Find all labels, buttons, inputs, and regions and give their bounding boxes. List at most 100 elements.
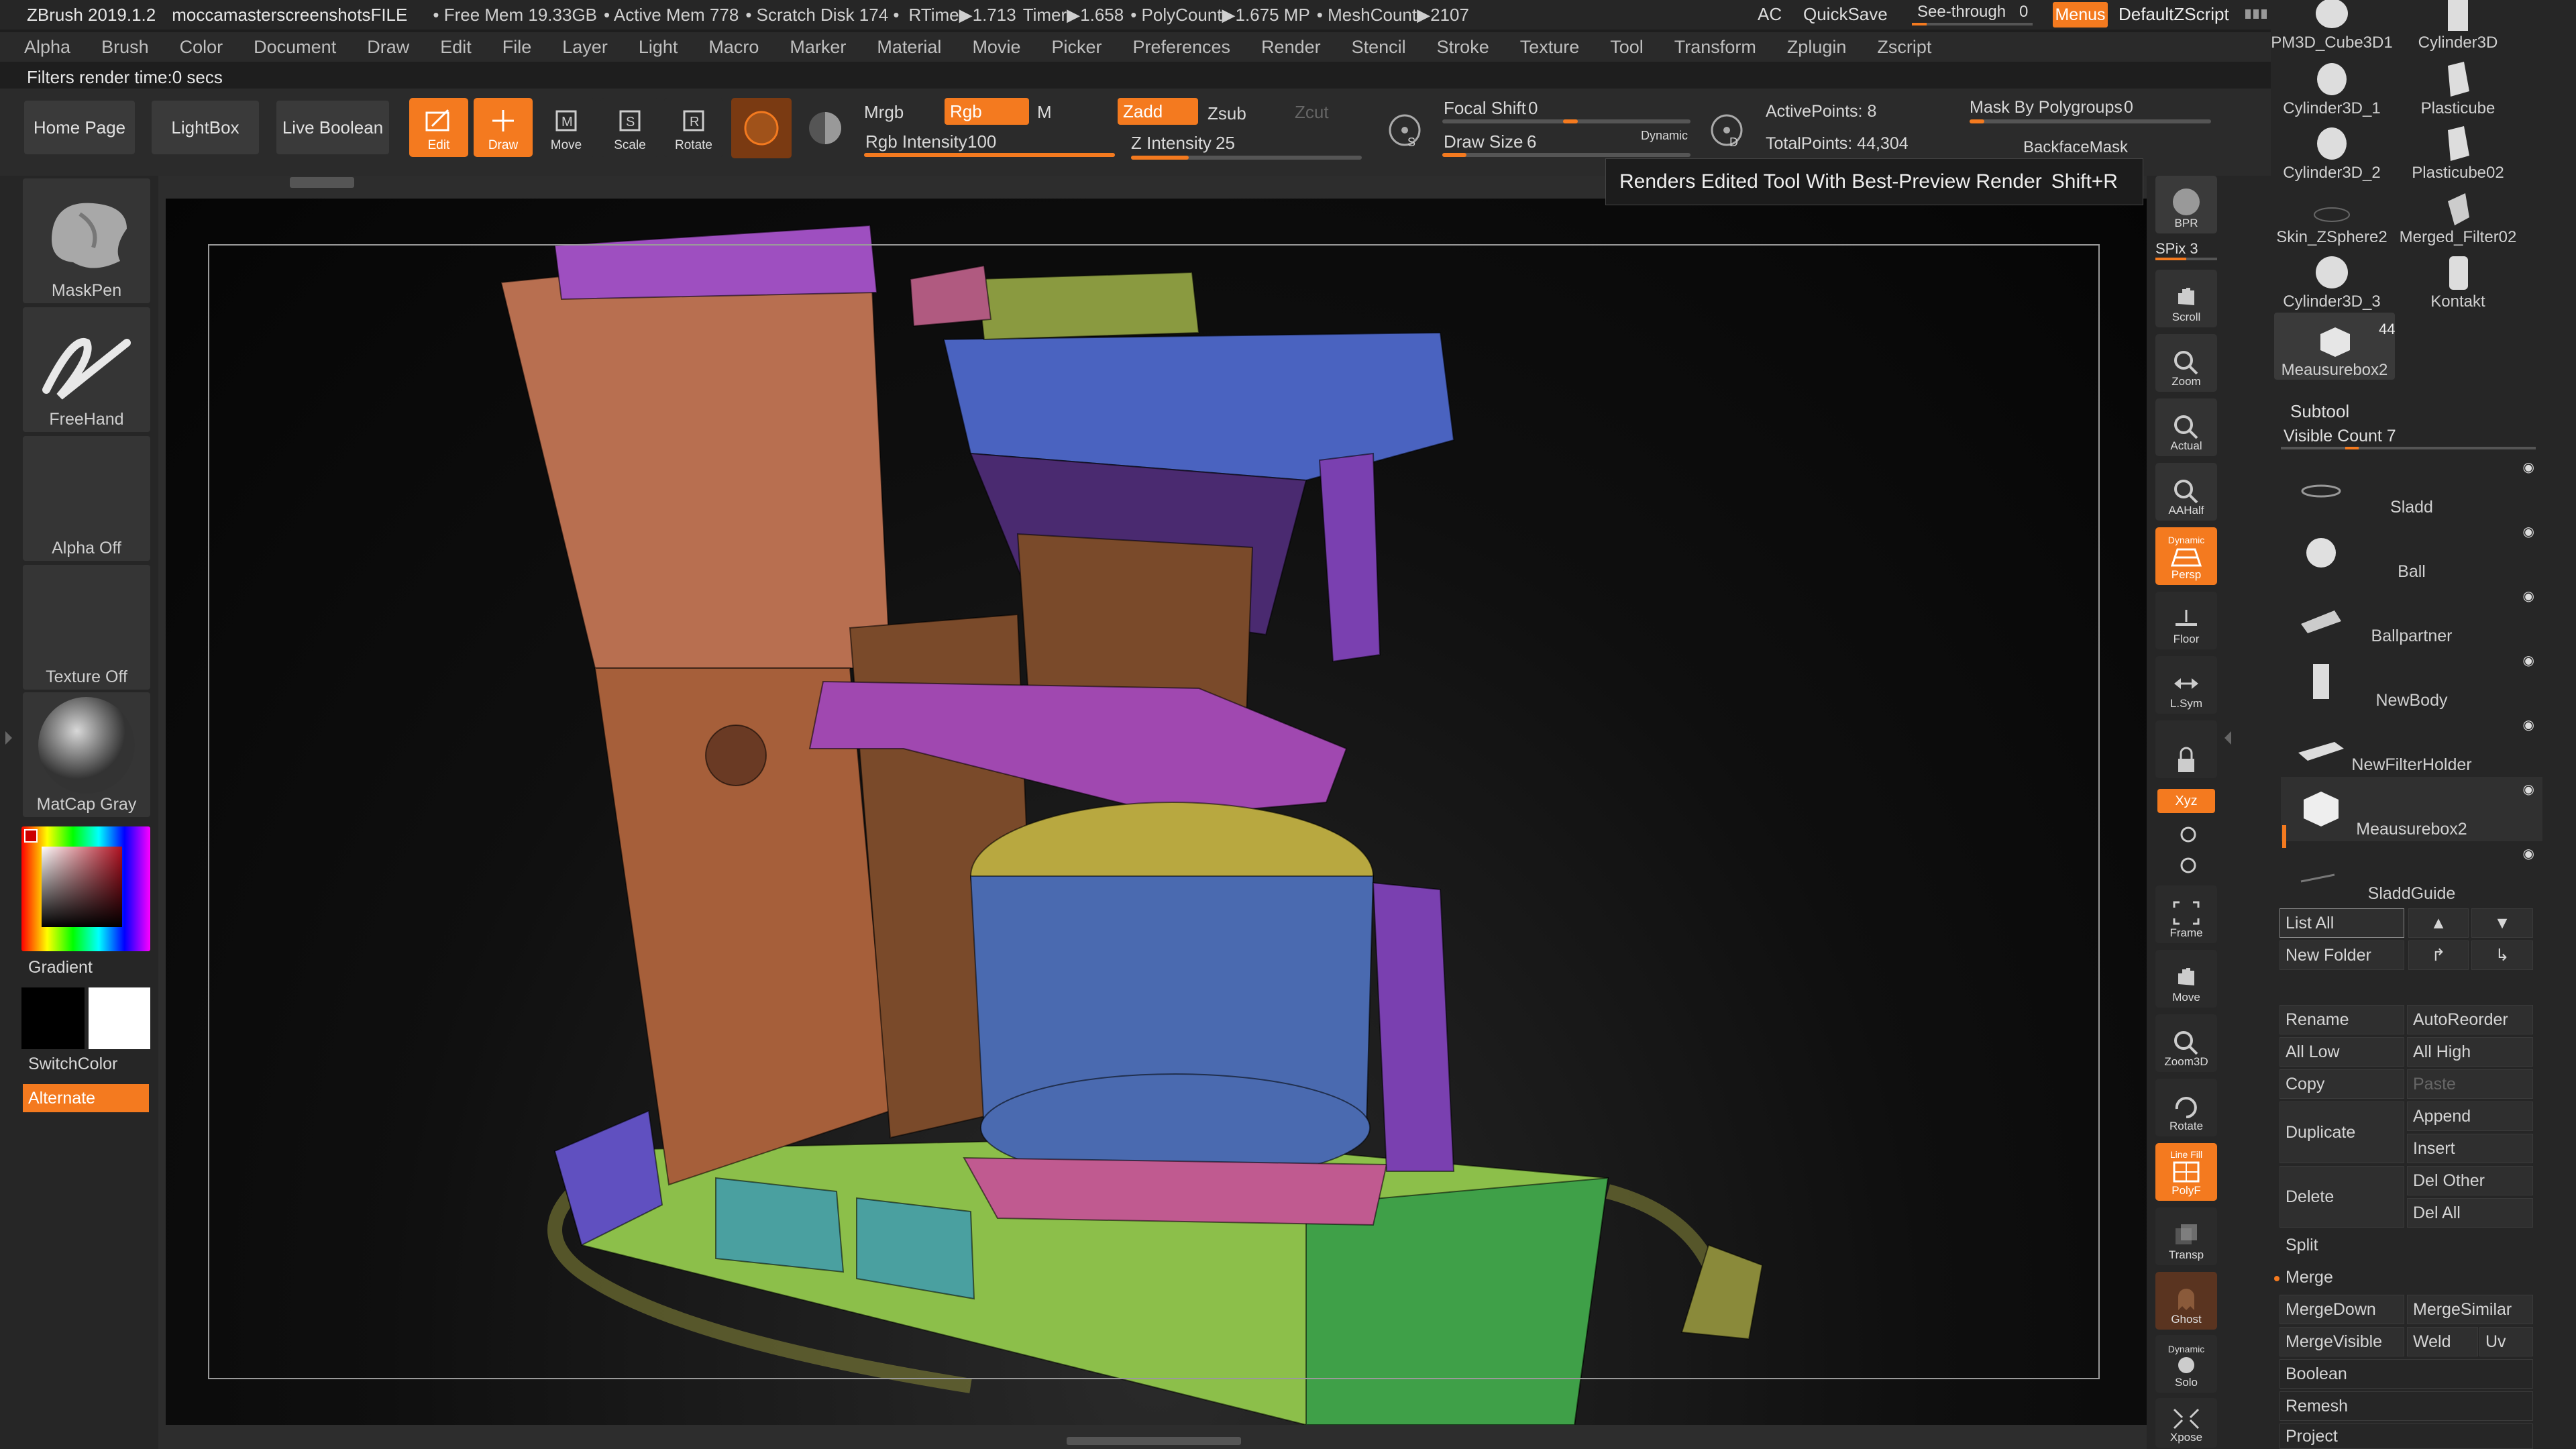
eye-icon[interactable]: ◉	[2523, 716, 2534, 733]
rgb-button[interactable]: Rgb	[945, 98, 1029, 125]
frame-button[interactable]: Frame	[2155, 885, 2217, 943]
dynamic-size-icon[interactable]: D	[1708, 111, 1746, 149]
subtool-item[interactable]: NewFilterHolder ◉	[2281, 712, 2542, 777]
tool-thumb[interactable]: Cylinder3D_1	[2271, 54, 2392, 118]
subtool-item[interactable]: Ball ◉	[2281, 519, 2542, 584]
ghost-button[interactable]: Ghost	[2155, 1272, 2217, 1330]
left-collapse-arrow[interactable]	[3, 724, 15, 751]
eye-icon[interactable]: ◉	[2523, 459, 2534, 476]
eye-icon[interactable]: ◉	[2523, 588, 2534, 604]
right-collapse-arrow[interactable]	[2222, 724, 2234, 751]
subtool-scrollbar[interactable]	[2282, 825, 2286, 848]
menu-render[interactable]: Render	[1261, 37, 1321, 58]
live-boolean-button[interactable]: Live Boolean	[276, 101, 389, 154]
xyz-button[interactable]: Xyz	[2157, 789, 2215, 813]
list-all-button[interactable]: List All	[2279, 908, 2404, 938]
menu-edit[interactable]: Edit	[440, 37, 472, 58]
backface-mask-toggle[interactable]: BackfaceMask	[2023, 138, 2128, 157]
mergesimilar-button[interactable]: MergeSimilar	[2407, 1295, 2533, 1324]
stroke-picker[interactable]: FreeHand	[23, 307, 150, 432]
append-button[interactable]: Append	[2407, 1102, 2533, 1131]
menu-tool[interactable]: Tool	[1610, 37, 1644, 58]
all-low-button[interactable]: All Low	[2279, 1037, 2404, 1067]
draw-size-slider[interactable]	[1442, 153, 1690, 157]
paste-button[interactable]: Paste	[2407, 1069, 2533, 1099]
menu-zplugin[interactable]: Zplugin	[1787, 37, 1847, 58]
menu-color[interactable]: Color	[180, 37, 223, 58]
scroll-button[interactable]: Scroll	[2155, 270, 2217, 327]
weld-button[interactable]: Weld	[2407, 1327, 2478, 1356]
menu-brush[interactable]: Brush	[101, 37, 149, 58]
menu-movie[interactable]: Movie	[972, 37, 1020, 58]
subtool-item[interactable]: Ballpartner ◉	[2281, 584, 2542, 648]
scale-button[interactable]: S Scale	[600, 98, 659, 157]
rotate-z-icon[interactable]	[2176, 853, 2200, 877]
tool-thumb[interactable]: Cylinder3D_3	[2271, 247, 2392, 311]
tool-thumb[interactable]: Cylinder3D_2	[2271, 118, 2392, 182]
seethrough-slider[interactable]: See-through 0	[1912, 0, 2039, 28]
tool-thumb[interactable]: PM3D_Cube3D1	[2271, 0, 2393, 52]
move-up-button[interactable]: ▲	[2408, 908, 2469, 938]
menu-macro[interactable]: Macro	[708, 37, 759, 58]
m-button[interactable]: M	[1037, 102, 1052, 123]
eye-icon[interactable]: ◉	[2523, 652, 2534, 669]
spix-slider[interactable]: SPix 3	[2155, 240, 2217, 260]
del-other-button[interactable]: Del Other	[2407, 1166, 2533, 1195]
lsym-button[interactable]: L.Sym	[2155, 656, 2217, 714]
tool-thumb[interactable]: Plasticube	[2398, 54, 2518, 118]
alpha-picker[interactable]: Alpha Off	[23, 436, 150, 561]
transp-button[interactable]: Transp	[2155, 1208, 2217, 1265]
aahalf-button[interactable]: AAHalf	[2155, 463, 2217, 521]
home-page-button[interactable]: Home Page	[24, 101, 135, 154]
subtool-header[interactable]: Subtool	[2290, 401, 2349, 422]
menu-zscript[interactable]: Zscript	[1877, 37, 1931, 58]
boolean-header[interactable]: Boolean	[2279, 1359, 2533, 1389]
rotate-view-button[interactable]: Rotate	[2155, 1079, 2217, 1136]
zoom3d-button[interactable]: Zoom3D	[2155, 1014, 2217, 1072]
primary-color-swatch[interactable]	[21, 987, 85, 1049]
zoom-button[interactable]: Zoom	[2155, 334, 2217, 392]
mask-by-polygroups-slider[interactable]	[1970, 119, 2211, 123]
menu-light[interactable]: Light	[639, 37, 678, 58]
focal-shift-slider[interactable]	[1442, 119, 1690, 123]
subtool-item[interactable]: NewBody ◉	[2281, 648, 2542, 712]
move-down-button[interactable]: ▼	[2471, 908, 2533, 938]
draw-button[interactable]: Draw	[474, 98, 533, 157]
menu-transform[interactable]: Transform	[1674, 37, 1756, 58]
tool-thumb-selected[interactable]: Meausurebox2	[2274, 313, 2395, 380]
color-picker[interactable]	[21, 826, 150, 951]
secondary-color-swatch[interactable]	[89, 987, 150, 1049]
delete-button[interactable]: Delete	[2279, 1166, 2404, 1228]
project-header[interactable]: Project	[2279, 1424, 2533, 1449]
mergedown-button[interactable]: MergeDown	[2279, 1295, 2404, 1324]
subtool-item[interactable]: Sladd ◉	[2281, 455, 2542, 519]
solo-button[interactable]: Dynamic Solo	[2155, 1335, 2217, 1393]
uv-button[interactable]: Uv	[2479, 1327, 2533, 1356]
brush-picker[interactable]: MaskPen	[23, 178, 150, 303]
z-intensity-slider[interactable]	[1131, 156, 1362, 160]
switchcolor-button[interactable]: SwitchColor	[28, 1055, 117, 1074]
remesh-header[interactable]: Remesh	[2279, 1391, 2533, 1421]
del-all-button[interactable]: Del All	[2407, 1198, 2533, 1228]
insert-button[interactable]: Insert	[2407, 1134, 2533, 1163]
floor-button[interactable]: Floor	[2155, 592, 2217, 649]
menu-alpha[interactable]: Alpha	[24, 37, 70, 58]
texture-picker[interactable]: Texture Off	[23, 565, 150, 690]
tool-thumb[interactable]: Plasticube02	[2398, 118, 2518, 182]
gradient-label[interactable]: Gradient	[28, 958, 93, 977]
mergevisible-button[interactable]: MergeVisible	[2279, 1327, 2404, 1356]
eye-icon[interactable]: ◉	[2523, 845, 2534, 862]
alternate-button[interactable]: Alternate	[23, 1084, 149, 1112]
polyf-button[interactable]: Line Fill PolyF	[2155, 1143, 2217, 1201]
menu-marker[interactable]: Marker	[790, 37, 846, 58]
autoreorder-button[interactable]: AutoReorder	[2407, 1005, 2533, 1034]
menus-toggle[interactable]: Menus	[2053, 2, 2108, 28]
focal-shift-icon[interactable]: S	[1386, 111, 1424, 149]
material-swatch-button[interactable]	[731, 98, 792, 158]
material-picker[interactable]: MatCap Gray	[23, 692, 150, 817]
menu-picker[interactable]: Picker	[1051, 37, 1102, 58]
zsub-button[interactable]: Zsub	[1208, 103, 1246, 124]
folder-in-button[interactable]: ↱	[2408, 941, 2469, 970]
folder-out-button[interactable]: ↳	[2471, 941, 2533, 970]
canvas-scroll-top[interactable]	[290, 177, 354, 188]
